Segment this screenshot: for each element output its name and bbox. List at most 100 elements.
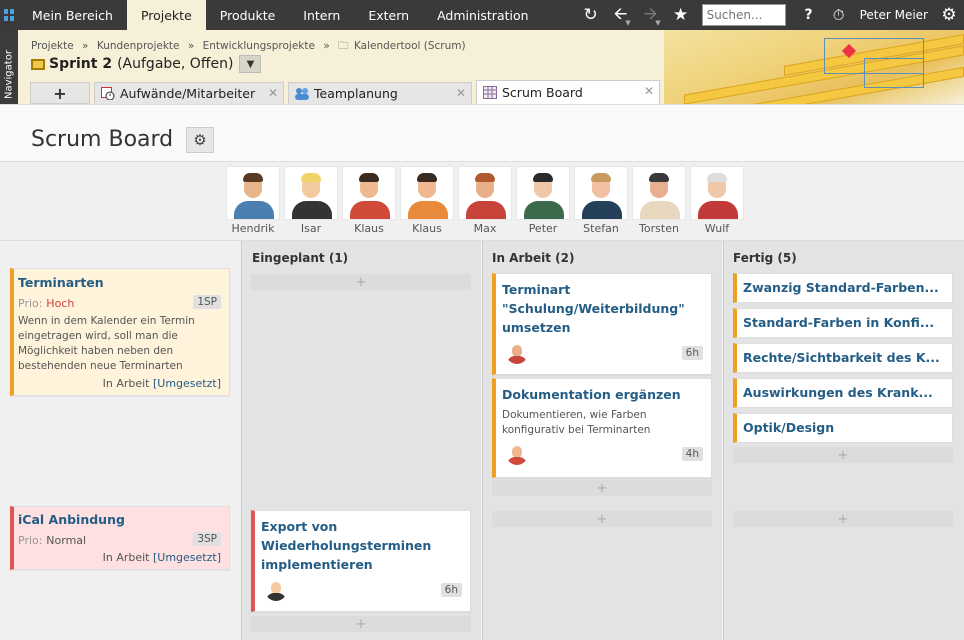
column-header-fertig: Fertig (5) <box>733 251 797 265</box>
member-name: Klaus <box>354 222 384 235</box>
story-status-link[interactable]: [Umgesetzt] <box>153 377 221 390</box>
header-banner-graphic <box>664 30 964 104</box>
breadcrumb-entwicklungsprojekte[interactable]: Entwicklungsprojekte <box>203 40 315 52</box>
forward-icon[interactable]: 🡪 ▼ <box>636 0 666 30</box>
member-name: Wulf <box>704 222 730 235</box>
sprint-dropdown-button[interactable]: ▼ <box>239 55 262 73</box>
sprint-title: Sprint 2 (Aufgabe, Offen) ▼ <box>31 55 262 73</box>
tab-teamplanung[interactable]: Teamplanung ✕ <box>288 82 472 104</box>
gear-icon[interactable]: ⚙ <box>934 0 964 30</box>
avatar[interactable] <box>226 166 280 220</box>
member-name: Hendrik <box>231 222 275 235</box>
team-member-wulf[interactable]: Wulf <box>688 166 746 235</box>
add-tab-button[interactable]: + <box>30 82 90 104</box>
done-task-card[interactable]: Zwanzig Standard-Farben... <box>733 273 953 303</box>
tab-scrum-board[interactable]: Scrum Board ✕ <box>476 80 660 104</box>
search-input[interactable] <box>701 4 786 26</box>
task-card[interactable]: Terminart "Schulung/Weiterbildung" umset… <box>492 273 712 375</box>
done-task-card[interactable]: Optik/Design <box>733 413 953 443</box>
avatar[interactable] <box>284 166 338 220</box>
timer-icon[interactable]: ⏱ <box>824 0 854 30</box>
team-member-torsten[interactable]: Torsten <box>630 166 688 235</box>
story-footer: In Arbeit [Umgesetzt] <box>103 551 221 564</box>
close-icon[interactable]: ✕ <box>644 84 654 98</box>
team-member-peter[interactable]: Peter <box>514 166 572 235</box>
app-logo-icon[interactable] <box>0 0 18 30</box>
team-member-stefan[interactable]: Stefan <box>572 166 630 235</box>
team-member-klaus[interactable]: Klaus <box>340 166 398 235</box>
breadcrumb-kundenprojekte[interactable]: Kundenprojekte <box>97 40 180 52</box>
add-task-button[interactable]: + <box>733 447 953 463</box>
timesheet-icon <box>101 87 115 101</box>
done-task-card[interactable]: Standard-Farben in Konfi... <box>733 308 953 338</box>
column-header-eingeplant: Eingeplant (1) <box>252 251 349 265</box>
avatar[interactable] <box>632 166 686 220</box>
story-points-badge: 3SP <box>193 532 221 546</box>
breadcrumb-separator: » <box>187 40 195 52</box>
add-task-button[interactable]: + <box>251 274 471 290</box>
gear-icon: ⚙ <box>193 131 207 149</box>
team-member-klaus[interactable]: Klaus <box>398 166 456 235</box>
close-icon[interactable]: ✕ <box>268 86 278 100</box>
tab-label: Scrum Board <box>502 85 583 100</box>
board-icon <box>483 86 497 99</box>
nav-administration[interactable]: Administration <box>423 0 542 30</box>
team-member-max[interactable]: Max <box>456 166 514 235</box>
refresh-icon[interactable]: ↻ <box>576 0 606 30</box>
assignee-avatar[interactable] <box>506 443 528 465</box>
add-task-button[interactable]: + <box>251 616 471 632</box>
story-status-link[interactable]: [Umgesetzt] <box>153 551 221 564</box>
avatar[interactable] <box>400 166 454 220</box>
star-icon[interactable]: ★ <box>666 0 696 30</box>
sprint-name: Sprint 2 <box>49 56 113 72</box>
team-member-hendrik[interactable]: Hendrik <box>224 166 282 235</box>
nav-mein-bereich[interactable]: Mein Bereich <box>18 0 127 30</box>
close-icon[interactable]: ✕ <box>456 86 466 100</box>
story-card-ical[interactable]: iCal Anbindung Prio: Normal 3SP In Arbei… <box>10 506 230 570</box>
folder-icon <box>31 58 45 70</box>
nav-produkte[interactable]: Produkte <box>206 0 290 30</box>
hours-badge: 6h <box>440 583 462 597</box>
prio-label: Prio: <box>18 534 43 547</box>
avatar[interactable] <box>342 166 396 220</box>
back-icon[interactable]: 🡨 ▼ <box>606 0 636 30</box>
hours-badge: 6h <box>681 346 703 360</box>
avatar[interactable] <box>574 166 628 220</box>
member-name: Torsten <box>639 222 679 235</box>
add-task-button[interactable]: + <box>733 511 953 527</box>
done-task-card[interactable]: Rechte/Sichtbarkeit des K... <box>733 343 953 373</box>
breadcrumb-projekte[interactable]: Projekte <box>31 40 74 52</box>
task-title[interactable]: Dokumentation ergänzen <box>502 385 692 404</box>
assignee-avatar[interactable] <box>265 579 287 601</box>
task-card[interactable]: Dokumentation ergänzen Dokumentieren, wi… <box>492 378 712 478</box>
avatar[interactable] <box>458 166 512 220</box>
story-card-terminarten[interactable]: Terminarten Prio: Hoch 1SP Wenn in dem K… <box>10 268 230 396</box>
board-settings-button[interactable]: ⚙ <box>186 127 214 153</box>
task-title[interactable]: Export von Wiederholungsterminen impleme… <box>261 517 451 574</box>
done-task-card[interactable]: Auswirkungen des Krank... <box>733 378 953 408</box>
story-title[interactable]: iCal Anbindung <box>18 510 125 529</box>
team-members: Hendrik Isar Klaus Klaus Max Peter Stefan Torst… <box>224 166 746 235</box>
help-icon[interactable]: ? <box>794 0 824 30</box>
nav-extern[interactable]: Extern <box>354 0 423 30</box>
tab-aufwaende[interactable]: Aufwände/Mitarbeiter ✕ <box>94 82 284 104</box>
nav-intern[interactable]: Intern <box>289 0 354 30</box>
story-title[interactable]: Terminarten <box>18 273 104 292</box>
team-member-isar[interactable]: Isar <box>282 166 340 235</box>
add-task-button[interactable]: + <box>492 511 712 527</box>
add-task-button[interactable]: + <box>492 480 712 496</box>
assignee-avatar[interactable] <box>506 342 528 364</box>
story-description: Wenn in dem Kalender ein Termin eingetra… <box>18 315 195 372</box>
task-title[interactable]: Terminart "Schulung/Weiterbildung" umset… <box>502 280 692 337</box>
nav-projekte[interactable]: Projekte <box>126 0 206 30</box>
task-card[interactable]: Export von Wiederholungsterminen impleme… <box>251 510 471 612</box>
prio-value: Hoch <box>46 297 75 310</box>
avatar[interactable] <box>516 166 570 220</box>
folder-icon: 🗀 <box>338 40 349 52</box>
top-nav-bar: Mein Bereich Projekte Produkte Intern Ex… <box>0 0 964 30</box>
breadcrumb-kalendertool[interactable]: Kalendertool (Scrum) <box>354 40 466 52</box>
user-name[interactable]: Peter Meier <box>854 8 934 22</box>
breadcrumb-separator: » <box>82 40 89 52</box>
avatar[interactable] <box>690 166 744 220</box>
tab-bar: + Aufwände/Mitarbeiter ✕ Teamplanung ✕ S… <box>30 80 664 104</box>
